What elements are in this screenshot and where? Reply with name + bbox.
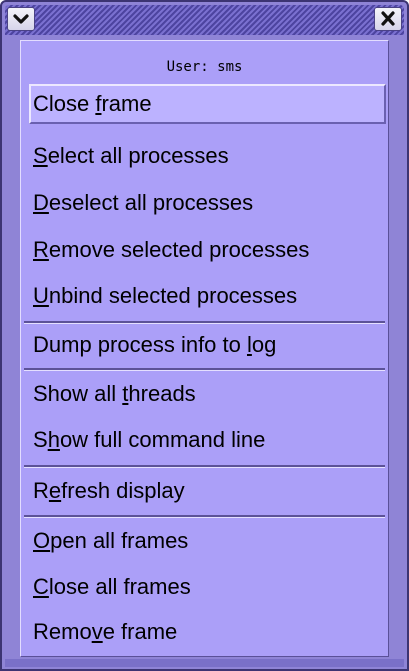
menu-item-label: Close [33,91,96,116]
menu-item-mnemonic: C [33,574,49,599]
menu-item-label: elect all processes [47,143,229,168]
menu-item-label: fresh display [61,478,185,503]
title-bar[interactable] [5,5,404,35]
menu-item-dump-process-info[interactable]: Dump process info to log [29,325,386,365]
window-bottom-edge [5,659,404,667]
popup-window: User: sms Close frame Select all process… [0,0,409,671]
menu-item-label: e frame [102,619,178,644]
menu-item-label: lose all frames [48,574,191,599]
menu-item-close-all-frames[interactable]: Close all frames [29,567,386,607]
menu-item-remove-frame[interactable]: Remove frame [29,612,386,652]
menu-item-label: og [251,332,277,357]
menu-item-refresh-display[interactable]: Refresh display [29,471,386,511]
menu-header: User: sms [166,59,243,75]
menu-item-mnemonic: R [33,237,49,262]
menu-item-mnemonic: U [33,283,49,308]
menu-item-label: ow full command line [59,427,266,452]
menu-item-label: Show all [33,381,123,406]
menu-item-label: R [33,478,49,503]
menu-item-mnemonic: D [33,190,49,215]
menu-item-show-all-threads[interactable]: Show all threads [29,374,386,414]
menu-item-label: Remo [33,619,92,644]
menu-item-label: pen all frames [50,528,189,553]
menu-item-label: eselect all processes [48,190,254,215]
context-menu: User: sms Close frame Select all process… [20,40,389,657]
menu-item-mnemonic: h [47,427,60,452]
menu-item-open-all-frames[interactable]: Open all frames [29,521,386,561]
menu-item-deselect-all-processes[interactable]: Deselect all processes [29,183,386,223]
menu-item-unbind-selected-processes[interactable]: Unbind selected processes [29,276,386,316]
menu-item-remove-selected-processes[interactable]: Remove selected processes [29,230,386,270]
menu-item-close-frame[interactable]: Close frame [29,84,386,124]
menu-item-label: rame [101,91,152,116]
menu-separator [24,465,385,468]
menu-item-mnemonic: S [33,143,48,168]
menu-item-label: S [33,427,48,452]
window-close-button[interactable] [374,7,402,31]
menu-item-label: nbind selected processes [48,283,298,308]
window-menu-button[interactable] [7,7,35,31]
menu-item-mnemonic: v [91,619,103,644]
menu-separator [24,515,385,518]
menu-separator [24,368,385,371]
menu-item-select-all-processes[interactable]: Select all processes [29,136,386,176]
menu-item-mnemonic: e [48,478,62,503]
menu-item-label: Dump process info to [33,332,247,357]
menu-item-label: emove selected processes [48,237,310,262]
menu-item-label: hreads [128,381,196,406]
menu-separator [24,321,385,324]
menu-item-mnemonic: O [33,528,51,553]
menu-item-show-full-command-line[interactable]: Show full command line [29,420,386,460]
